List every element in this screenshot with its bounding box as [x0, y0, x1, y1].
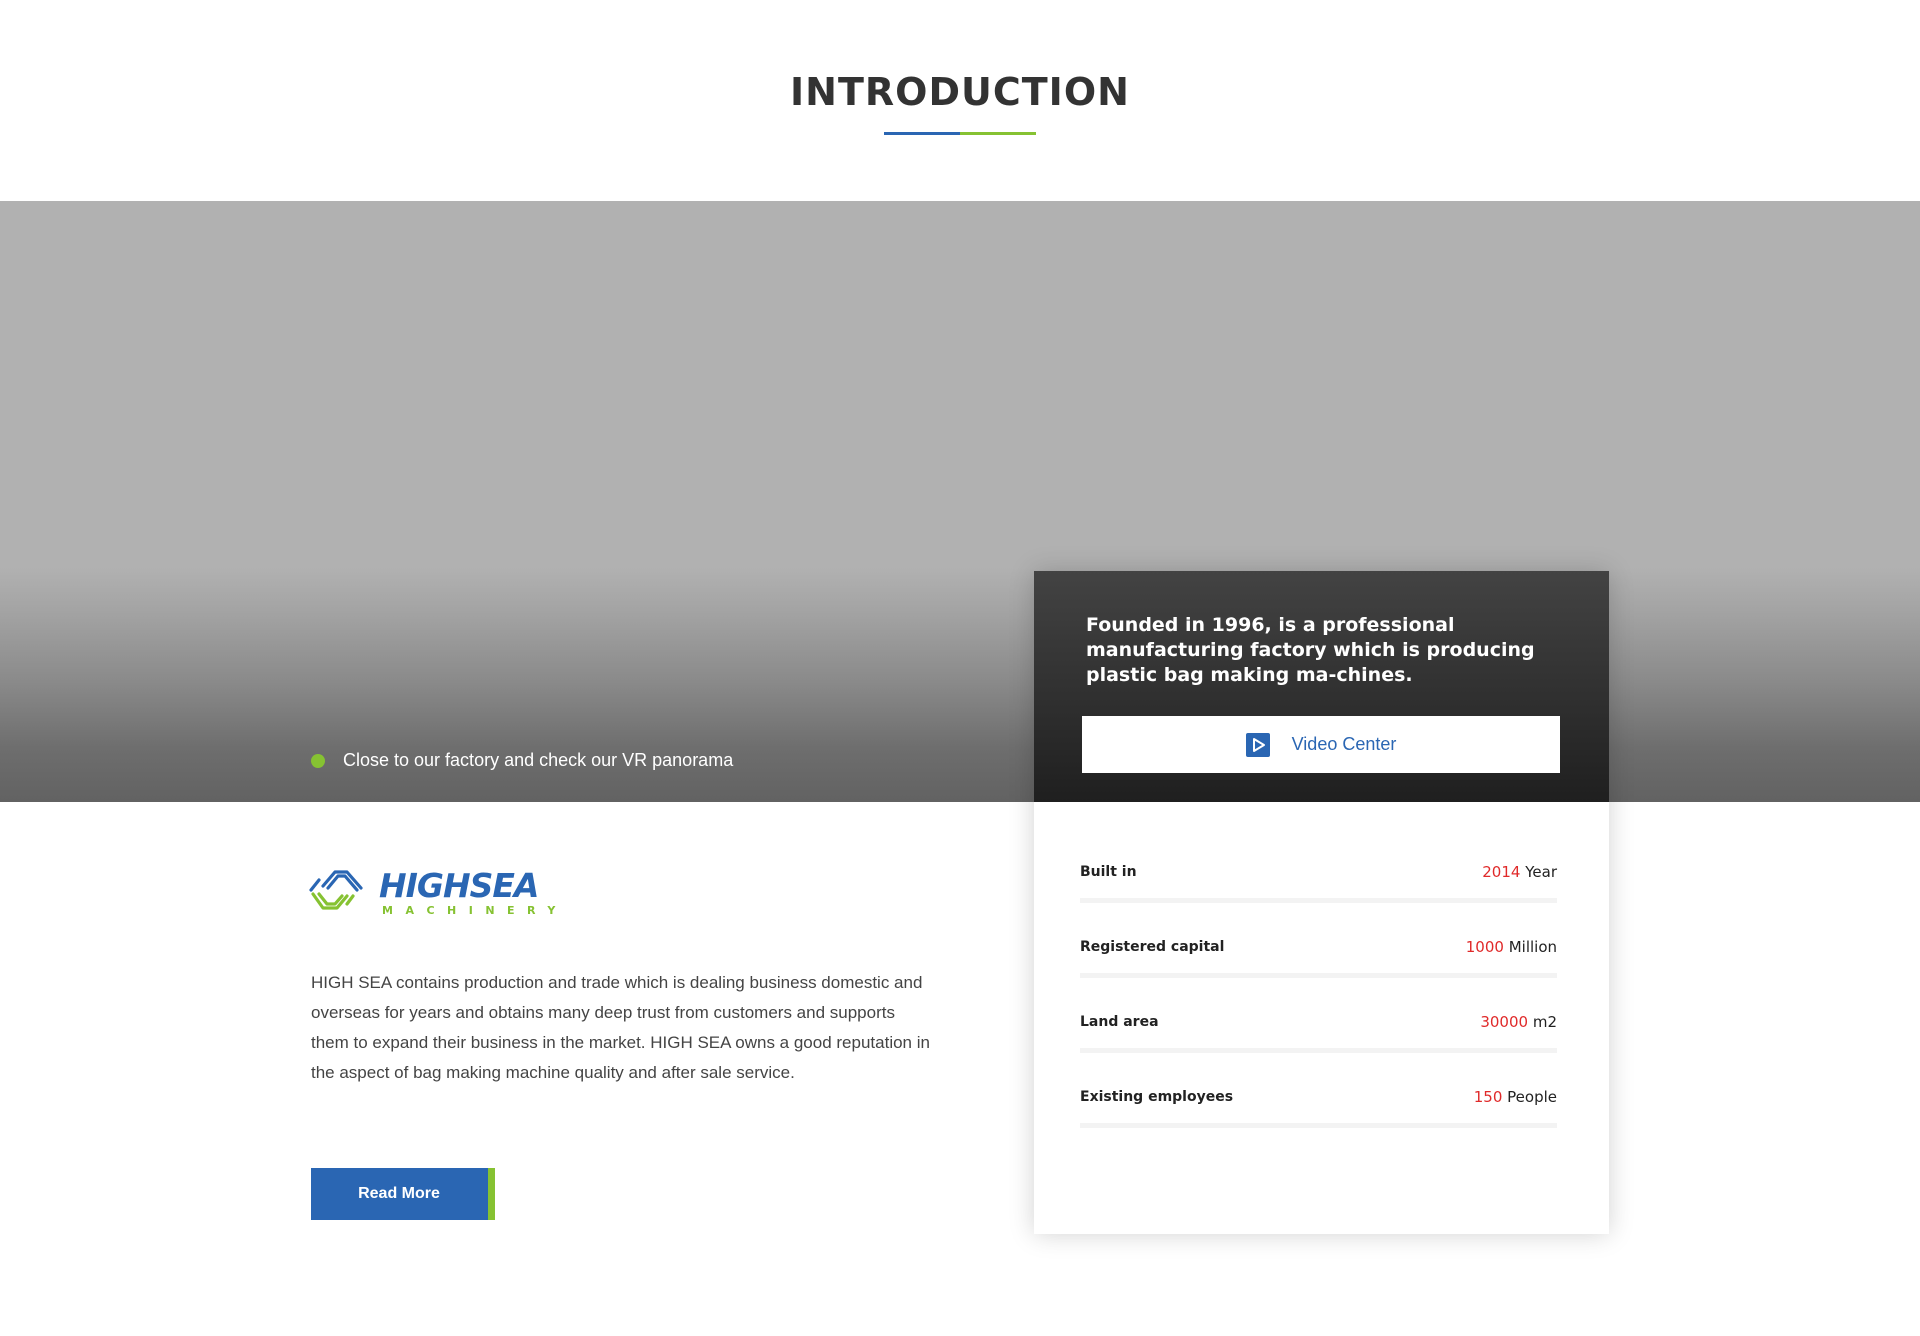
logo-wordmark: HIGHSEA: [379, 866, 538, 905]
about-paragraph: HIGH SEA contains production and trade w…: [311, 973, 930, 1082]
stat-divider: [1080, 1048, 1557, 1053]
stat-divider: [1080, 898, 1557, 903]
underline-blue: [884, 132, 960, 135]
stats-list: Built in 2014 Year Registered capital 10…: [1080, 856, 1557, 1156]
stat-number: 150: [1473, 1088, 1503, 1106]
stat-number: 2014: [1482, 863, 1521, 881]
stat-value: 30000 m2: [1480, 1013, 1557, 1031]
company-description: Founded in 1996, is a professional manuf…: [1086, 614, 1535, 686]
button-accent-bar: [488, 1168, 495, 1220]
company-info-card: Founded in 1996, is a professional manuf…: [1034, 571, 1609, 1234]
stat-unit: People: [1507, 1088, 1557, 1106]
stat-number: 30000: [1480, 1013, 1529, 1031]
vr-panorama-text: Close to our factory and check our VR pa…: [343, 750, 734, 770]
bullet-dot-icon: [311, 753, 325, 768]
title-underline: [884, 132, 1036, 135]
introduction-section: INTRODUCTION Close to our factory and ch…: [0, 0, 1920, 1336]
stat-divider: [1080, 1123, 1557, 1128]
highsea-logo: HIGHSEA MACHINERY: [309, 860, 566, 918]
stat-unit: Million: [1508, 938, 1557, 956]
read-more-label: Read More: [358, 1185, 440, 1202]
stat-unit: Year: [1525, 863, 1557, 881]
stat-label: Existing employees: [1080, 1089, 1234, 1105]
stat-row-land-area: Land area 30000 m2: [1080, 1006, 1557, 1081]
vr-panorama-link[interactable]: Close to our factory and check our VR pa…: [311, 750, 733, 771]
stat-row-registered-capital: Registered capital 1000 Million: [1080, 931, 1557, 1006]
stat-unit: m2: [1532, 1013, 1557, 1031]
video-center-button[interactable]: Video Center: [1082, 716, 1560, 773]
card-header: Founded in 1996, is a professional manuf…: [1034, 571, 1609, 802]
factory-hero-image: [0, 201, 1920, 802]
stat-value: 1000 Million: [1466, 938, 1557, 956]
stat-value: 150 People: [1474, 1088, 1557, 1106]
stat-row-existing-employees: Existing employees 150 People: [1080, 1081, 1557, 1156]
video-center-label: Video Center: [1291, 734, 1397, 754]
stat-value: 2014 Year: [1482, 863, 1557, 881]
section-title: INTRODUCTION: [790, 70, 1130, 114]
play-icon: [1245, 732, 1270, 757]
stat-label: Registered capital: [1080, 939, 1225, 955]
stat-divider: [1080, 973, 1557, 978]
stat-number: 1000: [1465, 938, 1504, 956]
stat-row-built-in: Built in 2014 Year: [1080, 856, 1557, 931]
underline-green: [960, 132, 1036, 135]
logo-subtext: MACHINERY: [382, 904, 566, 917]
read-more-button[interactable]: Read More: [311, 1168, 495, 1220]
stat-label: Land area: [1080, 1014, 1159, 1030]
stat-label: Built in: [1080, 864, 1137, 880]
